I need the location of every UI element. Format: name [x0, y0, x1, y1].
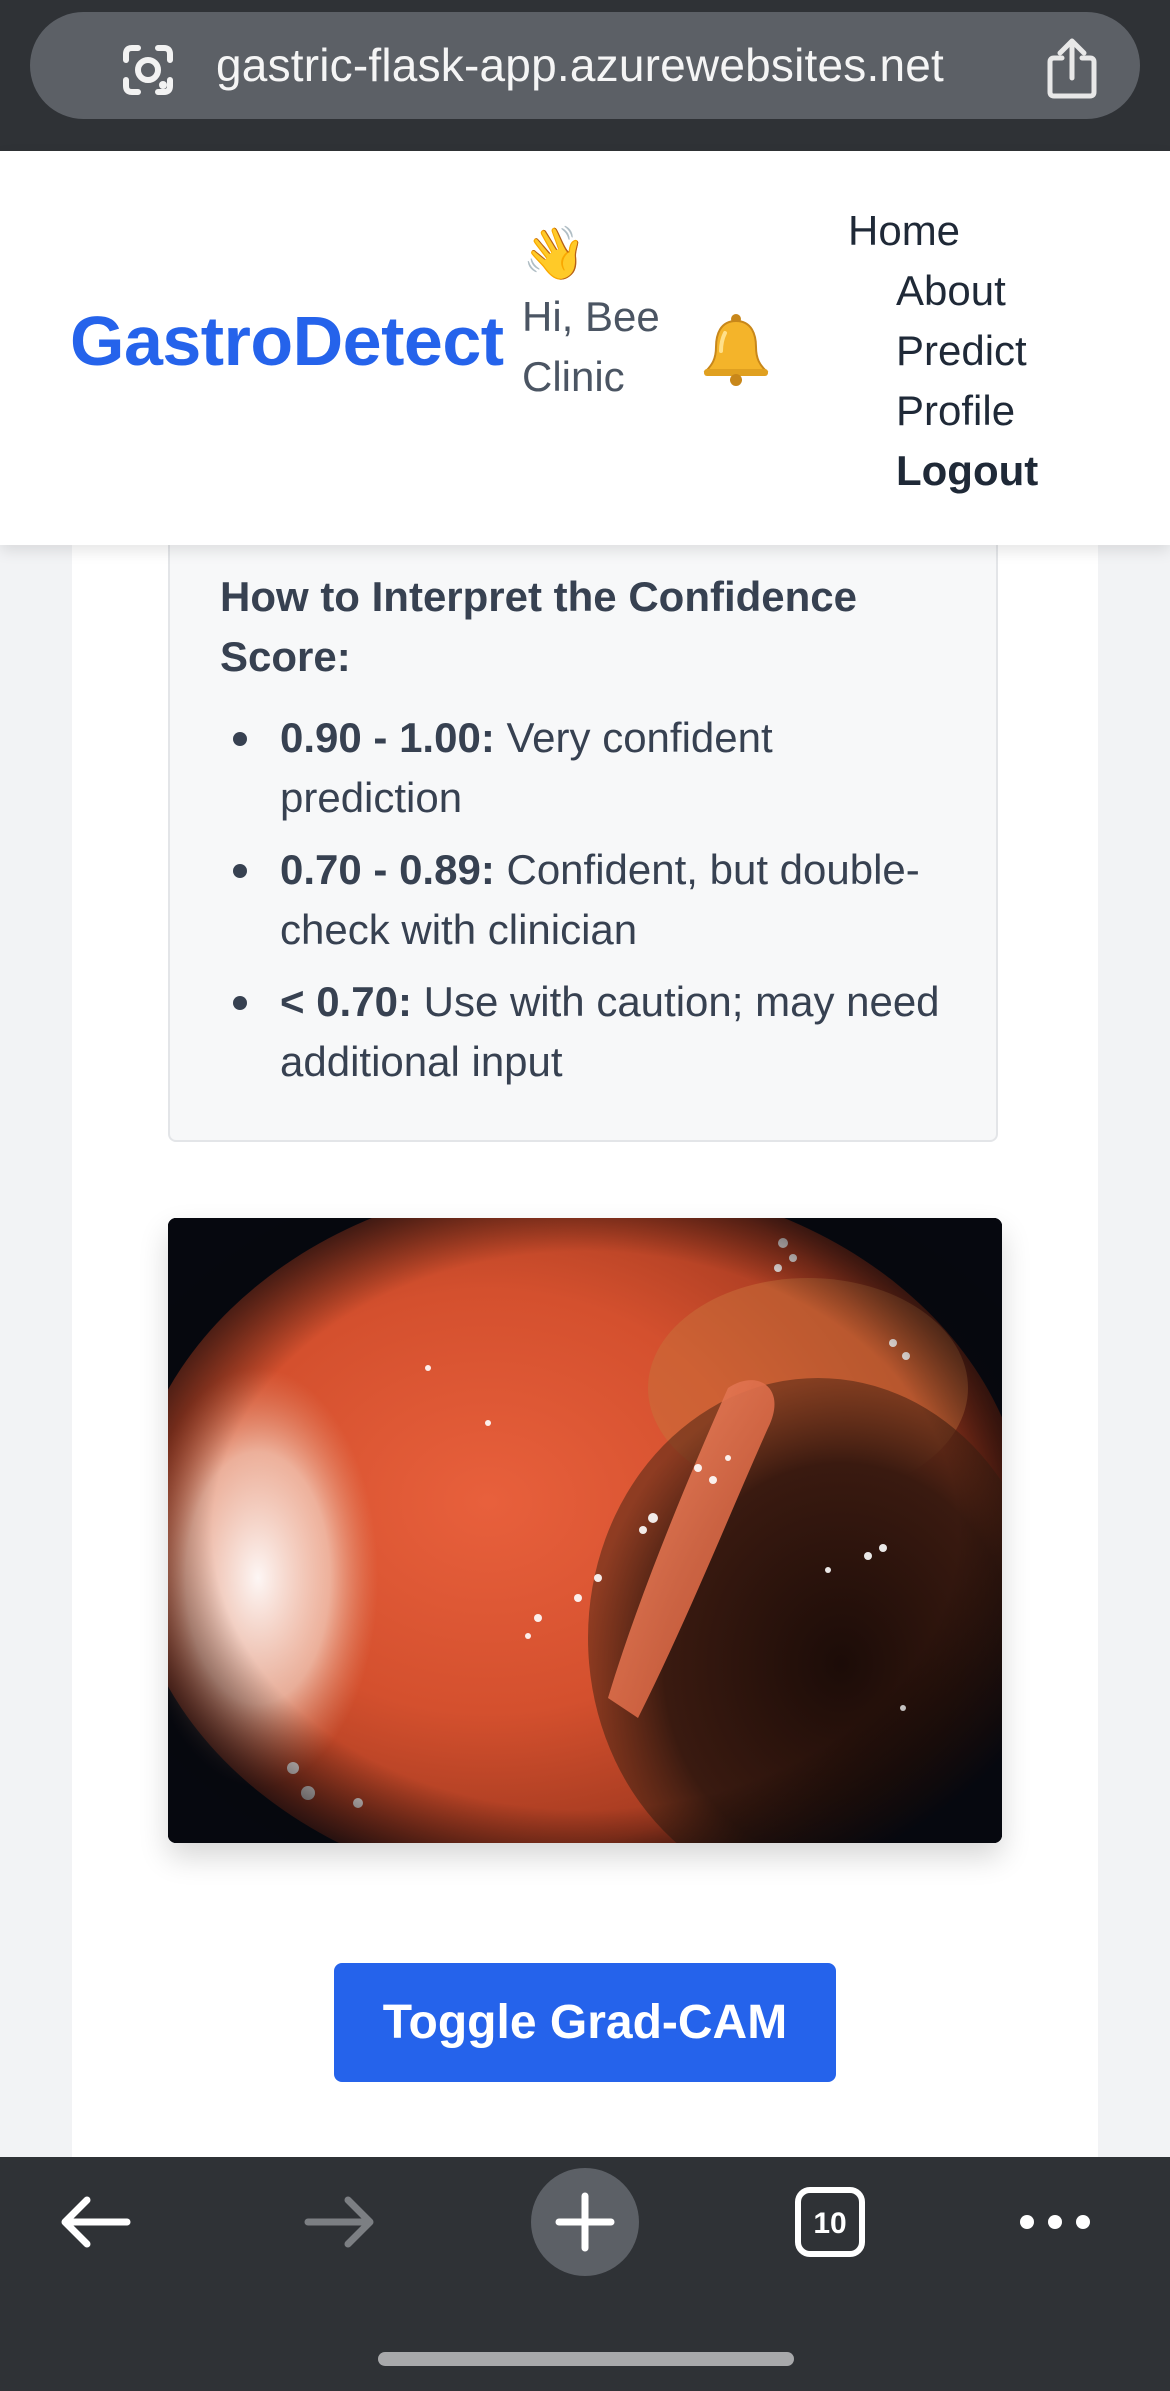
list-item: 0.90 - 1.00: Very confident prediction — [220, 708, 960, 828]
confidence-range: 0.90 - 1.00: — [280, 714, 495, 761]
user-greeting: 👋 Hi, Bee Clinic — [522, 221, 672, 407]
toggle-gradcam-button[interactable]: Toggle Grad-CAM — [334, 1963, 836, 2082]
tabs-button[interactable]: 10 — [790, 2157, 870, 2287]
site-navbar: GastroDetect 👋 Hi, Bee Clinic Home About… — [0, 151, 1170, 545]
nav-link-home[interactable]: Home — [848, 201, 1038, 261]
nav-link-predict[interactable]: Predict — [896, 321, 1038, 381]
nav-link-about[interactable]: About — [896, 261, 1038, 321]
google-lens-icon[interactable] — [118, 40, 178, 100]
tab-count-icon: 10 — [795, 2187, 865, 2257]
confidence-range: < 0.70: — [280, 978, 412, 1025]
confidence-range: 0.70 - 0.89: — [280, 846, 495, 893]
more-options-button[interactable] — [1010, 2157, 1100, 2287]
confidence-info-list: 0.90 - 1.00: Very confident prediction 0… — [220, 708, 960, 1104]
list-item: < 0.70: Use with caution; may need addit… — [220, 972, 960, 1092]
confidence-info-box: How to Interpret the Confidence Score: 0… — [168, 500, 998, 1142]
notification-bell-icon[interactable] — [700, 311, 772, 387]
home-indicator[interactable] — [378, 2352, 794, 2366]
share-icon[interactable] — [1042, 36, 1102, 100]
plus-icon — [531, 2168, 639, 2276]
nav-links: Home About Predict Profile Logout — [848, 201, 1038, 501]
address-bar[interactable]: gastric-flask-app.azurewebsites.net — [30, 12, 1140, 119]
brand-logo[interactable]: GastroDetect — [70, 301, 504, 381]
new-tab-button[interactable] — [531, 2157, 639, 2287]
more-dots-icon — [1020, 2215, 1090, 2229]
browser-top-bar: gastric-flask-app.azurewebsites.net — [0, 0, 1170, 151]
endoscopy-image — [168, 1218, 1002, 1843]
forward-arrow-icon — [304, 2196, 374, 2248]
nav-link-profile[interactable]: Profile — [896, 381, 1038, 441]
url-text: gastric-flask-app.azurewebsites.net — [216, 39, 944, 91]
list-item: 0.70 - 0.89: Confident, but double-check… — [220, 840, 960, 960]
back-arrow-icon — [61, 2196, 131, 2248]
tab-count: 10 — [813, 2207, 846, 2240]
nav-link-logout[interactable]: Logout — [896, 441, 1038, 501]
back-button[interactable] — [45, 2157, 145, 2287]
forward-button[interactable] — [290, 2157, 390, 2287]
waving-hand-icon: 👋 — [522, 225, 587, 283]
confidence-info-title: How to Interpret the Confidence Score: — [220, 573, 858, 680]
greeting-text: Hi, Bee Clinic — [522, 293, 660, 400]
